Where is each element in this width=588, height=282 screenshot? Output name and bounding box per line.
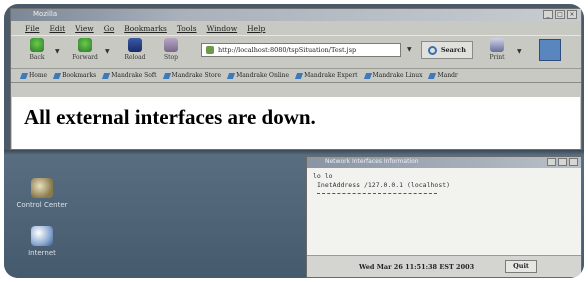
quit-button[interactable]: Quit bbox=[505, 260, 537, 273]
page-headline: All external interfaces are down. bbox=[24, 105, 316, 129]
menu-file[interactable]: File bbox=[25, 24, 39, 33]
forward-button[interactable]: Forward bbox=[71, 38, 99, 61]
url-dropdown-icon[interactable]: ▼ bbox=[407, 46, 412, 53]
page-icon bbox=[206, 46, 214, 54]
bookmarks-toolbar: Home Bookmarks Mandrake Soft Mandrake St… bbox=[11, 69, 581, 83]
desktop-icon-label: Internet bbox=[28, 249, 56, 257]
bookmarks-icon bbox=[53, 72, 62, 79]
back-label: Back bbox=[29, 54, 45, 61]
page-content: All external interfaces are down. bbox=[12, 97, 580, 149]
bookmark-home[interactable]: Home bbox=[19, 72, 47, 79]
menu-tools[interactable]: Tools bbox=[177, 24, 197, 33]
output-divider bbox=[317, 193, 437, 194]
forward-label: Forward bbox=[72, 54, 98, 61]
reload-button[interactable]: Reload bbox=[121, 38, 149, 61]
bookmark-icon bbox=[162, 72, 171, 79]
bookmark-mandrake-store[interactable]: Mandrake Store bbox=[162, 72, 221, 79]
browser-titlebar[interactable]: Mozilla _ □ × bbox=[11, 9, 581, 21]
bookmark-mandrake-online[interactable]: Mandrake Online bbox=[226, 72, 289, 79]
menu-edit[interactable]: Edit bbox=[49, 24, 65, 33]
menu-help[interactable]: Help bbox=[247, 24, 265, 33]
forward-arrow-icon bbox=[78, 38, 92, 52]
back-arrow-icon bbox=[30, 38, 44, 52]
bookmark-bookmarks[interactable]: Bookmarks bbox=[53, 72, 96, 79]
reload-icon bbox=[128, 38, 142, 52]
inet-address-line: InetAddress /127.0.0.1 (localhost) bbox=[317, 181, 451, 189]
back-dropdown-icon[interactable]: ▼ bbox=[55, 48, 60, 55]
browser-window: Mozilla _ □ × File Edit View Go Bookmark… bbox=[10, 8, 582, 150]
popup-title: Network Interfaces Information bbox=[325, 158, 419, 165]
menu-bookmarks[interactable]: Bookmarks bbox=[124, 24, 167, 33]
bookmark-icon bbox=[295, 72, 304, 79]
bookmark-mandrake-expert[interactable]: Mandrake Expert bbox=[295, 72, 358, 79]
bookmark-icon bbox=[428, 72, 437, 79]
stop-button[interactable]: Stop bbox=[157, 38, 185, 61]
menu-view[interactable]: View bbox=[75, 24, 94, 33]
maximize-button[interactable]: □ bbox=[555, 10, 565, 19]
reload-label: Reload bbox=[124, 54, 146, 61]
screen-photo: Control Center Internet Mozilla _ □ × Fi… bbox=[4, 4, 584, 278]
bookmark-mandrake-linux[interactable]: Mandrake Linux bbox=[363, 72, 422, 79]
stop-label: Stop bbox=[164, 54, 178, 61]
search-icon bbox=[428, 46, 437, 55]
print-label: Print bbox=[489, 54, 505, 61]
control-center-icon bbox=[31, 178, 53, 198]
window-title: Mozilla bbox=[33, 10, 58, 18]
back-button[interactable]: Back bbox=[23, 38, 51, 61]
printer-icon bbox=[490, 38, 504, 52]
sidebar-toggle-icon[interactable] bbox=[539, 39, 561, 61]
desktop-icon-label: Control Center bbox=[16, 201, 68, 209]
bookmark-mandrake-soft[interactable]: Mandrake Soft bbox=[102, 72, 157, 79]
bookmark-mandr[interactable]: Mandr bbox=[428, 72, 458, 79]
desktop-icon-control-center[interactable]: Control Center bbox=[12, 178, 72, 209]
menu-go[interactable]: Go bbox=[104, 24, 115, 33]
bookmark-icon bbox=[363, 72, 372, 79]
navigation-toolbar: Back ▼ Forward ▼ Reload Stop http://loca… bbox=[11, 35, 581, 69]
menu-bar: File Edit View Go Bookmarks Tools Window… bbox=[11, 21, 581, 35]
close-button[interactable]: × bbox=[567, 10, 577, 19]
popup-titlebar[interactable]: Network Interfaces Information bbox=[307, 157, 581, 168]
minimize-button[interactable]: _ bbox=[543, 10, 553, 19]
search-button[interactable]: Search bbox=[421, 41, 473, 59]
print-button[interactable]: Print bbox=[483, 38, 511, 61]
home-icon bbox=[19, 72, 29, 79]
internet-icon bbox=[31, 226, 53, 246]
forward-dropdown-icon[interactable]: ▼ bbox=[105, 48, 110, 55]
popup-close-button[interactable] bbox=[569, 158, 578, 166]
url-text: http://localhost:8080/tspSituation/Test.… bbox=[218, 46, 357, 54]
interface-output: lo lo InetAddress /127.0.0.1 (localhost) bbox=[307, 168, 581, 198]
desktop-icon-internet[interactable]: Internet bbox=[12, 226, 72, 257]
timestamp: Wed Mar 26 11:51:38 EST 2003 bbox=[359, 263, 475, 271]
window-shadow bbox=[4, 150, 584, 155]
bookmark-icon bbox=[102, 72, 111, 79]
menu-window[interactable]: Window bbox=[207, 24, 238, 33]
search-label: Search bbox=[440, 46, 466, 54]
popup-footer: Wed Mar 26 11:51:38 EST 2003 Quit bbox=[307, 255, 581, 277]
bookmark-icon bbox=[226, 72, 236, 79]
popup-minimize-button[interactable] bbox=[547, 158, 556, 166]
interface-name-line: lo lo bbox=[313, 172, 333, 180]
stop-icon bbox=[164, 38, 178, 52]
print-dropdown-icon[interactable]: ▼ bbox=[517, 48, 522, 55]
popup-maximize-button[interactable] bbox=[558, 158, 567, 166]
network-info-window: Network Interfaces Information lo lo Ine… bbox=[306, 156, 582, 278]
url-field[interactable]: http://localhost:8080/tspSituation/Test.… bbox=[201, 43, 401, 57]
